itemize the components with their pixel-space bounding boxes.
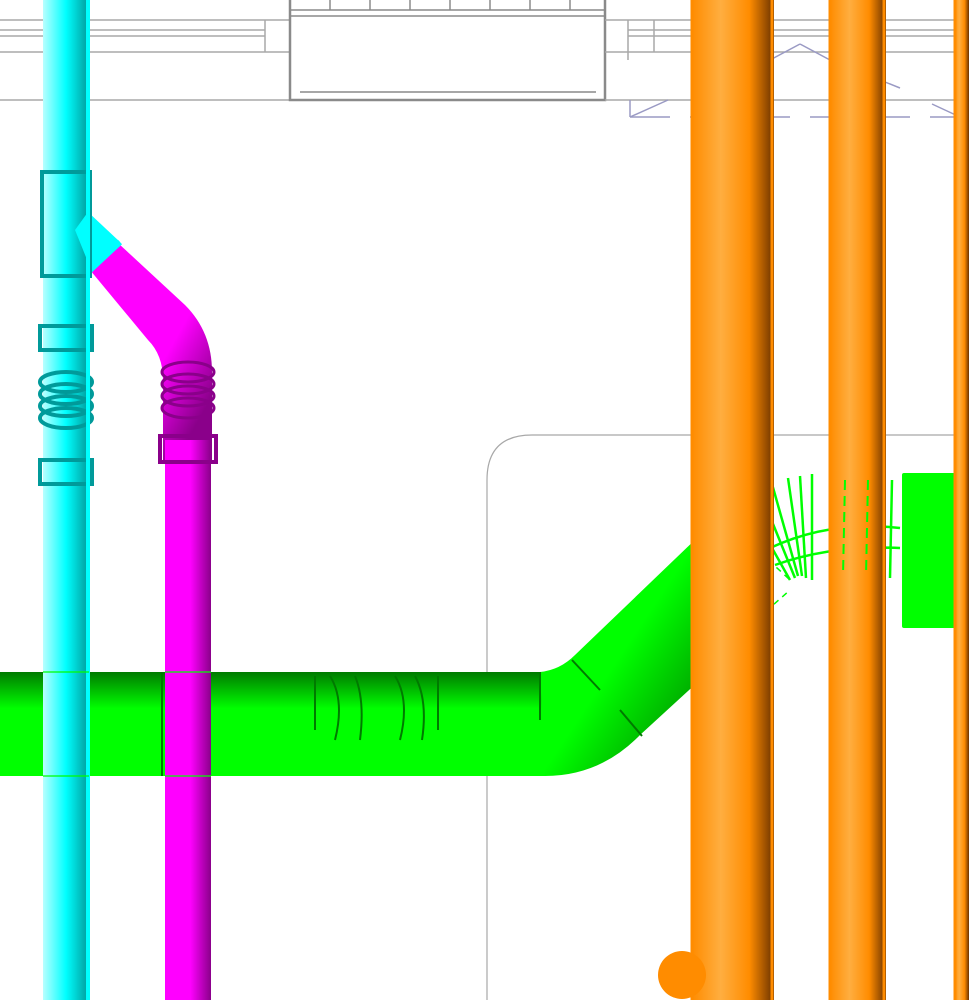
magenta-pipe-branch[interactable]	[90, 243, 212, 460]
beam-outline-right	[605, 19, 969, 101]
orange-pipe-node[interactable]	[658, 951, 706, 999]
hatch-marks	[629, 43, 969, 118]
background-linework	[0, 0, 969, 118]
equipment-box	[288, 0, 607, 102]
orange-pipe-2[interactable]	[830, 0, 886, 1000]
model-viewport[interactable]	[0, 0, 969, 1000]
magenta-pipe[interactable]	[87, 239, 218, 1000]
green-pipe-run[interactable]	[0, 514, 791, 776]
cyan-pipe-vertical[interactable]	[43, 0, 89, 1000]
green-pipe-elbow[interactable]	[540, 535, 700, 776]
magenta-pipe-vertical[interactable]	[165, 440, 211, 1000]
pipe-model-canvas[interactable]	[0, 0, 969, 1000]
orange-pipe-1[interactable]	[692, 0, 774, 1000]
cyan-pipe[interactable]	[38, 0, 120, 1000]
